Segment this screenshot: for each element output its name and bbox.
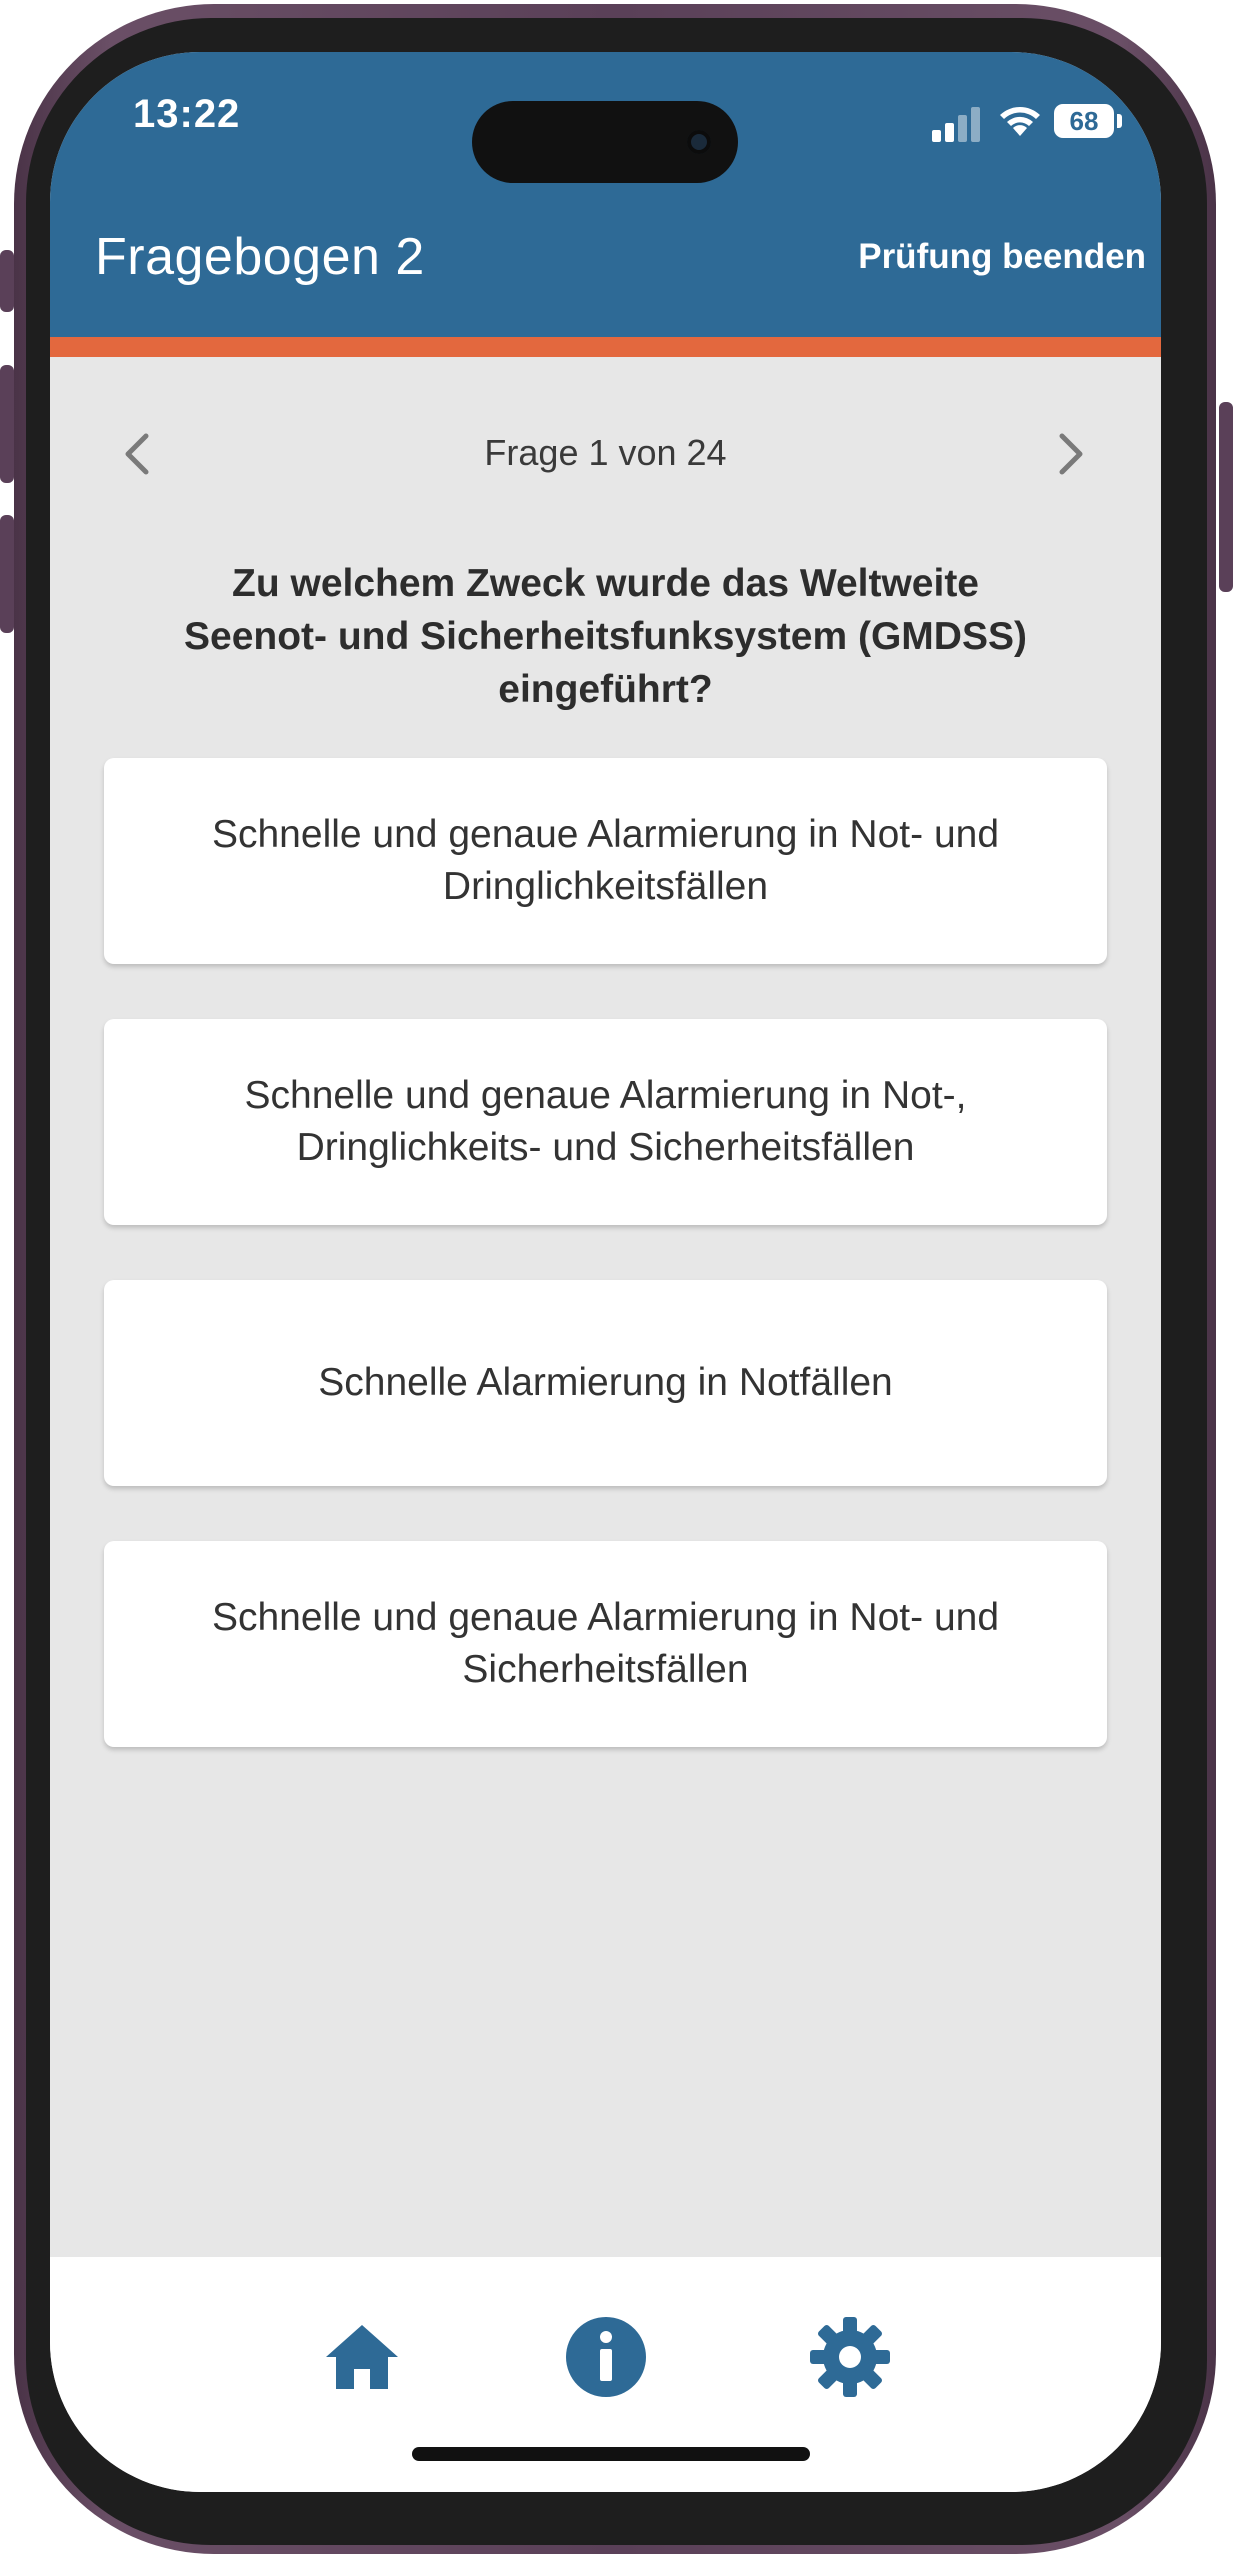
mute-switch: [0, 250, 14, 312]
answer-text: Schnelle und genaue Alarmierung in Not- …: [211, 1596, 1000, 1691]
front-camera: [687, 130, 711, 154]
page-title: Fragebogen 2: [95, 228, 425, 286]
answer-option-4[interactable]: Schnelle und genaue Alarmierung in Not- …: [104, 1541, 1107, 1747]
volume-down-button: [0, 515, 14, 633]
app-header: 13:22 68 Fragebogen 2 Prüfung beenden: [50, 52, 1161, 337]
tab-settings[interactable]: [808, 2315, 892, 2399]
info-icon: [566, 2317, 646, 2397]
battery-level: 68: [1054, 104, 1114, 138]
app-screen: 13:22 68 Fragebogen 2 Prüfung beenden Fr…: [50, 52, 1161, 2492]
answer-option-3[interactable]: Schnelle Alarmierung in Notfällen: [104, 1280, 1107, 1486]
answer-text: Schnelle Alarmierung in Notfällen: [318, 1361, 893, 1404]
question-counter: Frage 1 von 24: [484, 432, 727, 473]
battery-icon: [1117, 114, 1122, 128]
volume-up-button: [0, 365, 14, 483]
home-indicator: [412, 2447, 810, 2461]
status-time: 13:22: [133, 92, 241, 136]
wifi-icon: [1000, 107, 1040, 136]
chevron-right-icon: [1059, 433, 1083, 475]
answer-text: Schnelle und genaue Alarmierung in Not- …: [211, 813, 1000, 908]
power-button: [1219, 402, 1233, 592]
gear-icon: [810, 2317, 890, 2397]
next-question-button[interactable]: [1050, 424, 1090, 484]
question-text: Zu welchem Zweck wurde das Weltweite See…: [184, 562, 1027, 711]
answer-option-1[interactable]: Schnelle und genaue Alarmierung in Not- …: [104, 758, 1107, 964]
end-exam-button[interactable]: Prüfung beenden: [858, 237, 1146, 277]
tab-info[interactable]: [564, 2315, 648, 2399]
cellular-signal-icon: [932, 104, 984, 142]
home-icon: [326, 2325, 398, 2389]
answer-option-2[interactable]: Schnelle und genaue Alarmierung in Not-,…: [104, 1019, 1107, 1225]
answer-text: Schnelle und genaue Alarmierung in Not-,…: [244, 1074, 967, 1169]
header-accent-line: [50, 337, 1161, 357]
tab-home[interactable]: [320, 2315, 404, 2399]
